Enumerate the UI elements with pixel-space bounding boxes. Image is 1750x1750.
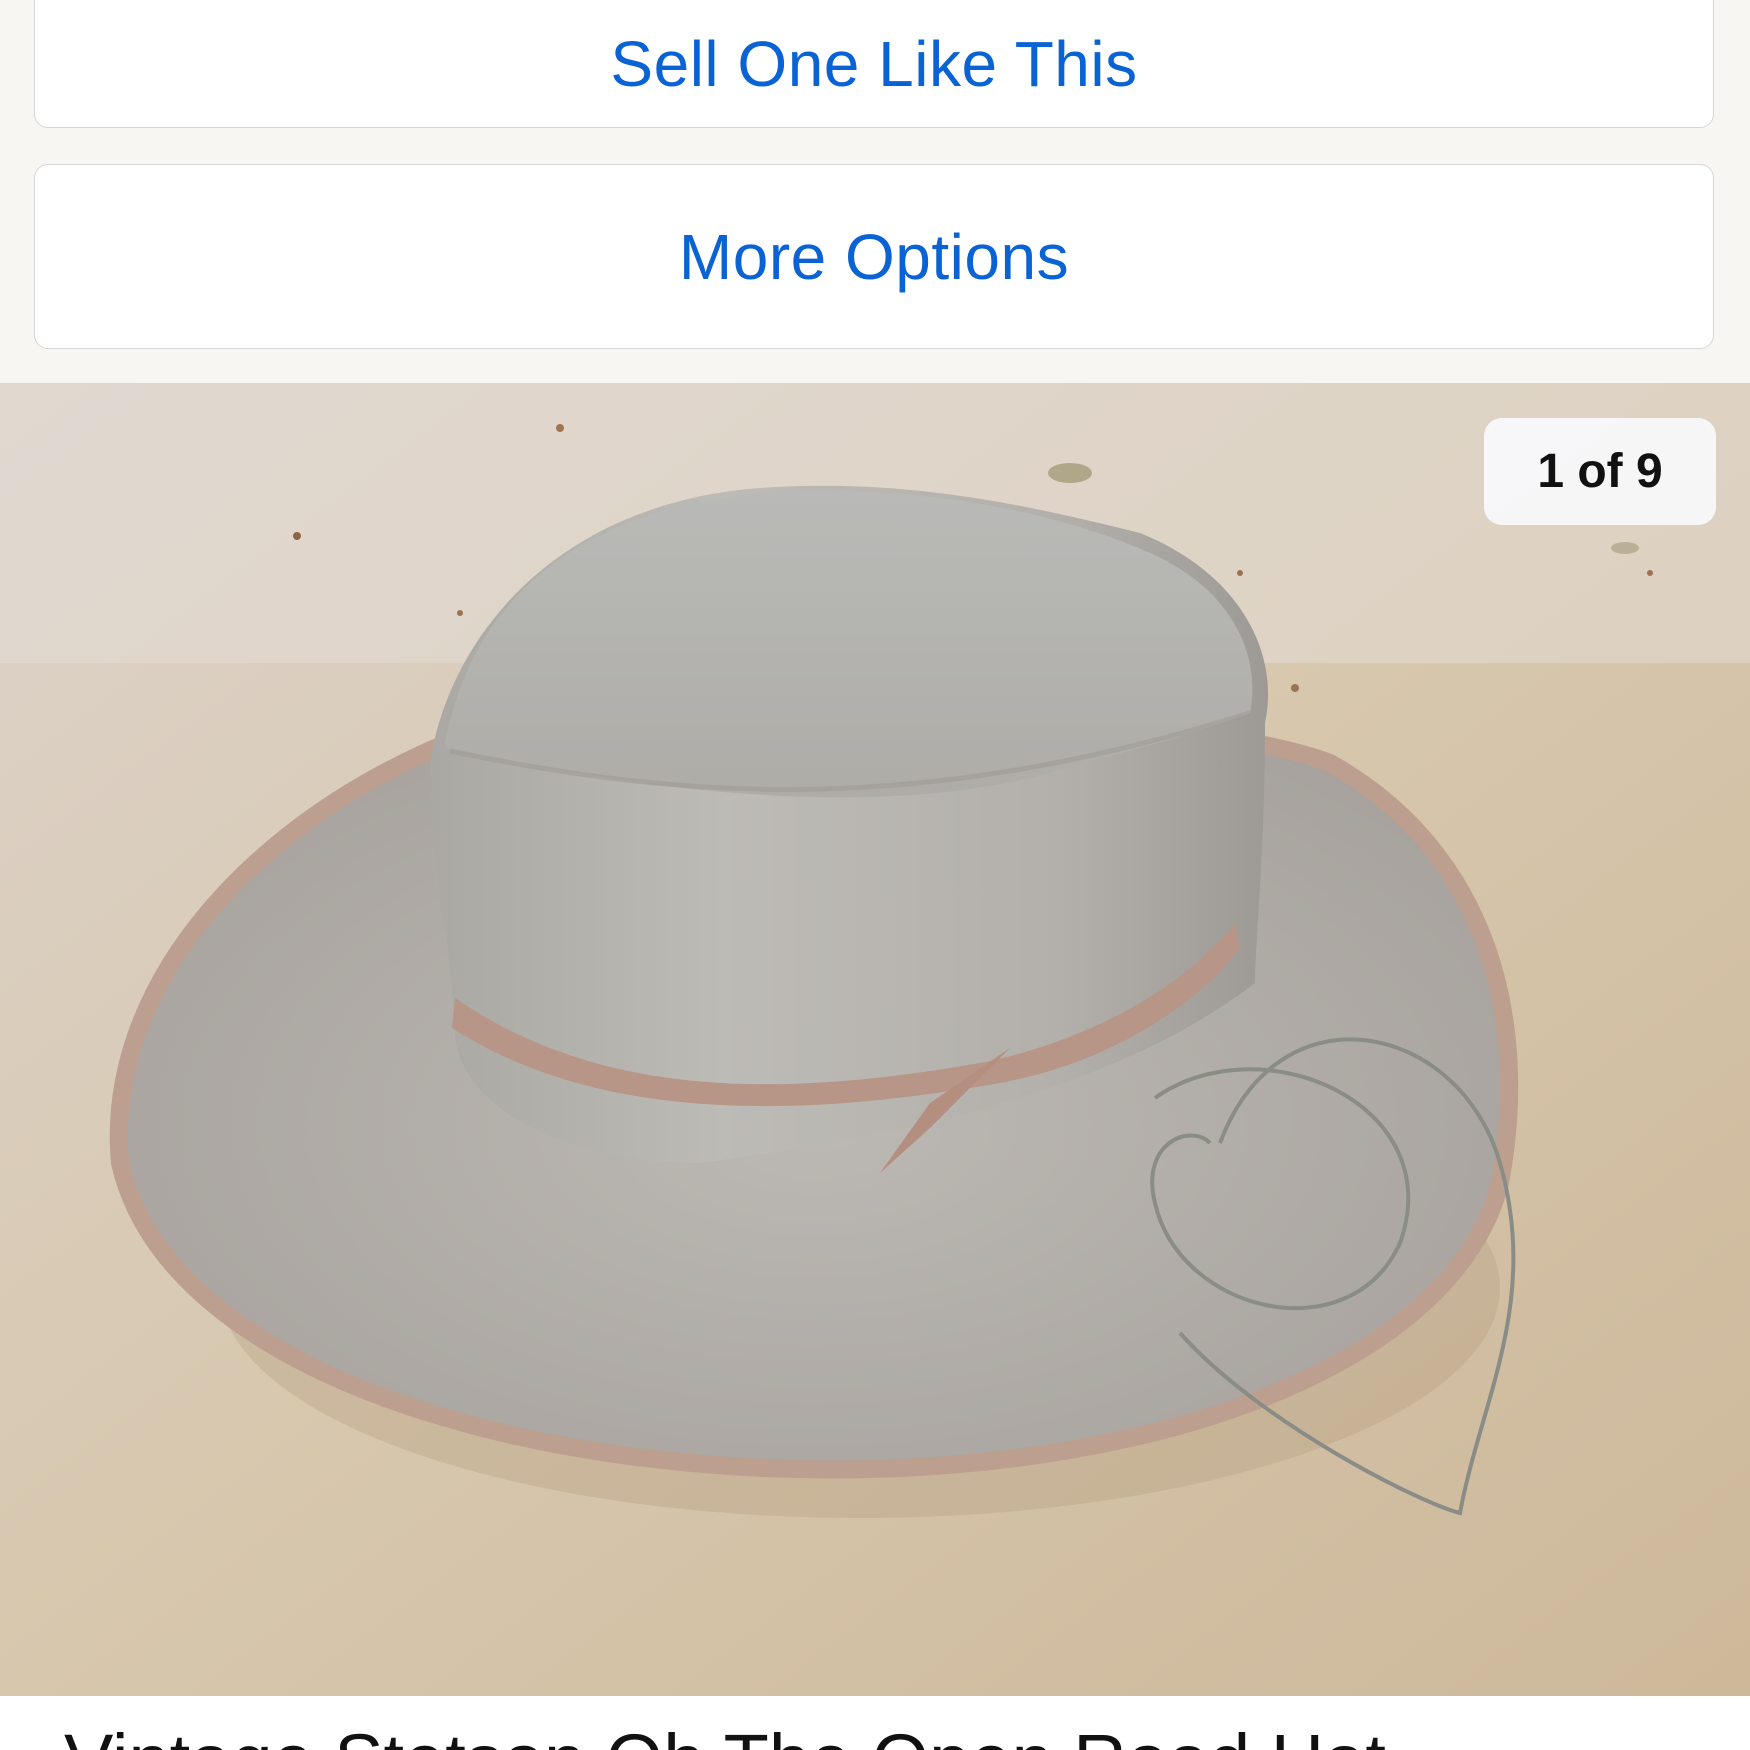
listing-title-area: Vintage Stetson Oh The Open Road Hat: [0, 1696, 1750, 1750]
hat-photo: [0, 383, 1750, 1696]
image-counter-badge: 1 of 9: [1484, 418, 1716, 525]
listing-title: Vintage Stetson Oh The Open Road Hat: [64, 1724, 1386, 1750]
sell-one-like-this-label: Sell One Like This: [610, 28, 1138, 100]
image-counter-text: 1 of 9: [1537, 445, 1663, 498]
more-options-label: More Options: [678, 220, 1070, 293]
sell-one-like-this-button[interactable]: Sell One Like This: [34, 0, 1714, 128]
more-options-button[interactable]: More Options: [34, 164, 1714, 349]
listing-photo-gallery[interactable]: [0, 383, 1750, 1696]
